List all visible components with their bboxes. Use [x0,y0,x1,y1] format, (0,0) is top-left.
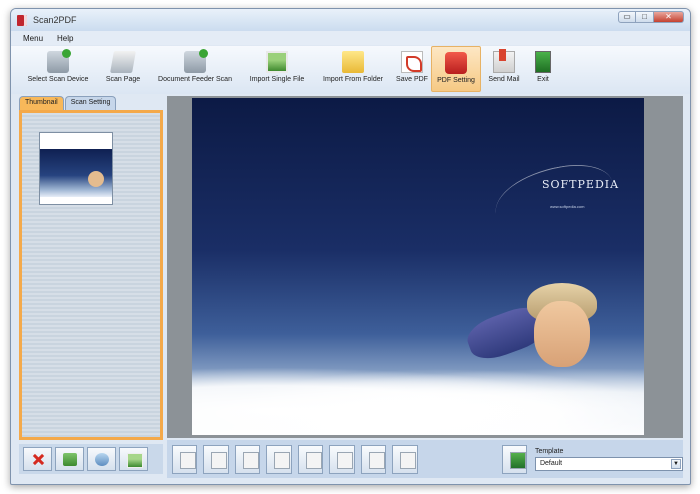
preview-clouds [192,360,644,435]
scan-page-button[interactable]: Scan Page [97,46,149,92]
thumbnail-pane [19,110,163,440]
rotate-button[interactable] [172,444,198,474]
title-bar[interactable]: Scan2PDF ▭ □ ✕ [11,9,690,31]
chevron-down-icon[interactable]: ▼ [670,458,681,469]
template-group: Template Default ▼ [534,447,683,471]
pdf-icon [401,51,423,73]
menu-item-menu[interactable]: Menu [23,34,43,43]
toolbar-label: PDF Setting [437,77,475,84]
pdf-setting-button[interactable]: PDF Setting [431,46,481,92]
tab-scan-setting[interactable]: Scan Setting [64,96,117,110]
save-button[interactable] [297,444,324,474]
import-image-icon [266,51,288,73]
scan-page-icon [110,51,136,73]
scan-button[interactable] [87,447,116,471]
thumbnail-image [40,149,112,197]
template-label: Template [534,447,564,455]
toolbar-label: Exit [537,76,549,83]
left-panel: Thumbnail Scan Setting [19,96,163,478]
exit-button[interactable]: Exit [527,46,559,92]
save-pdf-button[interactable]: Save PDF [393,46,431,92]
main-toolbar: Select Scan Device Scan Page Document Fe… [11,46,690,94]
save-check-button[interactable] [392,444,418,474]
preview-watermark-url: www.softpedia.com [550,204,585,209]
app-icon [17,14,27,26]
import-from-folder-button[interactable]: Import From Folder [313,46,393,92]
thumbnail-actions [19,444,163,474]
window-title: Scan2PDF [33,15,77,25]
blank-page-button[interactable] [234,444,261,474]
image-button[interactable] [119,447,148,471]
flag-button[interactable] [501,444,527,474]
page-thumbnail[interactable] [39,132,113,205]
menu-item-help[interactable]: Help [57,34,73,43]
insert-image-button[interactable] [329,444,355,474]
mail-icon [493,49,515,73]
preview-watermark-logo: SOFTPEDIA [542,178,620,191]
toolbar-label: Import From Folder [323,76,383,83]
menu-bar: Menu Help [11,31,690,45]
left-panel-tabs: Thumbnail Scan Setting [19,96,163,110]
move-button[interactable] [266,444,292,474]
toolbar-label: Send Mail [488,76,520,83]
app-window: Scan2PDF ▭ □ ✕ Menu Help Select Scan Dev… [10,8,691,485]
thumbnail-figure [88,171,104,187]
delete-page-button[interactable] [23,447,52,471]
maximize-button[interactable]: □ [636,11,654,23]
window-controls: ▭ □ ✕ [618,11,684,23]
folder-icon [342,51,364,73]
page-button[interactable] [203,444,229,474]
refresh-button[interactable] [360,444,387,474]
toolbar-label: Save PDF [396,76,428,83]
exit-icon [535,51,551,73]
template-value: Default [539,459,563,467]
toolbar-label: Scan Page [105,76,141,83]
document-feeder-icon [184,49,208,73]
template-select[interactable]: Default ▼ [534,456,683,471]
preview-page[interactable]: SOFTPEDIA www.softpedia.com [192,98,644,435]
minimize-button[interactable]: ▭ [618,11,636,23]
recycle-button[interactable] [55,447,84,471]
preview-area: SOFTPEDIA www.softpedia.com [167,96,683,438]
select-scan-device-button[interactable]: Select Scan Device [19,46,97,92]
close-button[interactable]: ✕ [654,11,684,23]
scanner-device-icon [47,49,71,73]
toolbar-label: Document Feeder Scan [158,76,232,83]
toolbar-label: Select Scan Device [27,76,89,83]
send-mail-button[interactable]: Send Mail [481,46,527,92]
toolbar-label: Import Single File [249,76,305,83]
preview-face [534,301,590,367]
tab-thumbnail[interactable]: Thumbnail [19,96,64,110]
pdf-setting-icon [445,52,467,74]
import-single-file-button[interactable]: Import Single File [241,46,313,92]
document-feeder-scan-button[interactable]: Document Feeder Scan [149,46,241,92]
bottom-toolbar: Template Default ▼ [167,440,683,478]
